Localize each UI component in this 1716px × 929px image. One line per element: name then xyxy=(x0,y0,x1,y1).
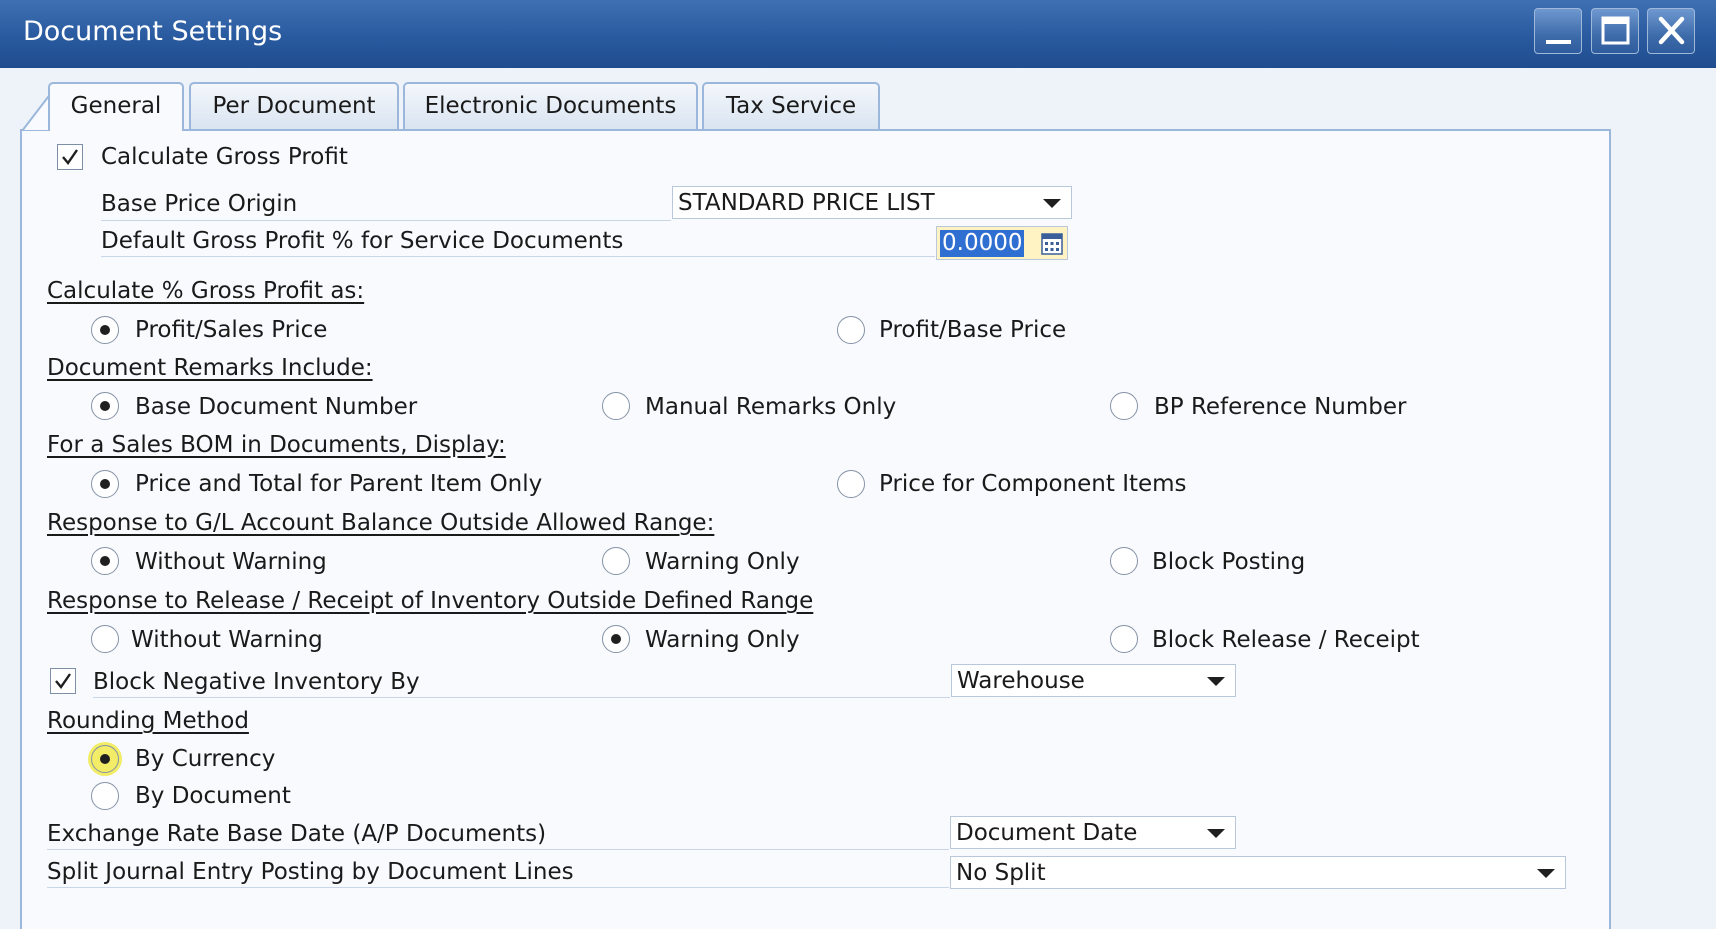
price-total-parent-label: Price and Total for Parent Item Only xyxy=(135,471,543,497)
base-price-origin-dropdown[interactable]: STANDARD PRICE LIST xyxy=(672,186,1072,219)
window-title: Document Settings xyxy=(23,16,283,47)
chevron-down-icon xyxy=(1537,869,1555,878)
base-price-origin-label: Base Price Origin xyxy=(101,191,298,217)
checkmark-icon xyxy=(62,149,78,165)
split-journal-value: No Split xyxy=(956,860,1046,886)
base-document-number-label: Base Document Number xyxy=(135,394,418,420)
bp-reference-number-label: BP Reference Number xyxy=(1154,394,1407,420)
close-button[interactable] xyxy=(1647,8,1695,54)
block-negative-inventory-checkbox[interactable] xyxy=(50,668,76,694)
divider xyxy=(101,220,671,221)
divider xyxy=(93,697,950,698)
tab-tax-service-label: Tax Service xyxy=(725,93,857,119)
manual-remarks-only-radio[interactable] xyxy=(602,392,630,420)
gl-balance-heading: Response to G/L Account Balance Outside … xyxy=(47,510,715,536)
gl-warning-only-label: Warning Only xyxy=(645,549,800,575)
split-journal-label: Split Journal Entry Posting by Document … xyxy=(47,859,574,885)
by-currency-label: By Currency xyxy=(135,746,276,772)
profit-base-price-radio[interactable] xyxy=(837,316,865,344)
block-negative-inventory-dropdown[interactable]: Warehouse xyxy=(951,664,1236,697)
by-document-label: By Document xyxy=(135,783,291,809)
title-bar[interactable]: Document Settings xyxy=(0,0,1716,68)
calculate-gross-profit-checkbox[interactable] xyxy=(57,144,83,170)
exchange-rate-date-dropdown[interactable]: Document Date xyxy=(950,816,1236,849)
tab-electronic-documents-label: Electronic Documents xyxy=(424,93,677,119)
inv-block-release-label: Block Release / Receipt xyxy=(1152,627,1420,653)
default-gross-profit-value: 0.0000 xyxy=(940,230,1025,257)
base-price-origin-value: STANDARD PRICE LIST xyxy=(678,190,935,216)
tab-per-document[interactable]: Per Document xyxy=(189,82,399,129)
tab-tax-service[interactable]: Tax Service xyxy=(702,82,880,129)
profit-sales-price-radio[interactable] xyxy=(91,316,119,344)
inv-without-warning-label: Without Warning xyxy=(131,627,323,653)
document-remarks-heading: Document Remarks Include: xyxy=(47,355,373,381)
profit-sales-price-label: Profit/Sales Price xyxy=(135,317,328,343)
maximize-icon xyxy=(1601,16,1630,45)
radio-dot xyxy=(100,479,110,489)
gl-warning-only-radio[interactable] xyxy=(602,547,630,575)
price-component-items-label: Price for Component Items xyxy=(879,471,1187,497)
default-gross-profit-label: Default Gross Profit % for Service Docum… xyxy=(101,228,624,254)
tab-general[interactable]: General xyxy=(48,82,184,131)
by-document-radio[interactable] xyxy=(91,782,119,810)
gl-block-posting-label: Block Posting xyxy=(1152,549,1306,575)
split-journal-dropdown[interactable]: No Split xyxy=(950,856,1566,889)
calculator-icon[interactable] xyxy=(1041,233,1063,255)
inv-warning-only-label: Warning Only xyxy=(645,627,800,653)
inventory-release-heading: Response to Release / Receipt of Invento… xyxy=(47,588,814,614)
radio-dot xyxy=(100,556,110,566)
block-negative-inventory-value: Warehouse xyxy=(957,668,1085,694)
price-total-parent-radio[interactable] xyxy=(91,470,119,498)
calculate-gross-profit-label: Calculate Gross Profit xyxy=(101,144,348,170)
divider xyxy=(101,256,935,257)
sales-bom-heading: For a Sales BOM in Documents, Display: xyxy=(47,432,506,458)
gl-without-warning-radio[interactable] xyxy=(91,547,119,575)
gl-block-posting-radio[interactable] xyxy=(1110,547,1138,575)
divider xyxy=(47,849,949,850)
block-negative-inventory-label: Block Negative Inventory By xyxy=(93,669,420,695)
rounding-method-heading: Rounding Method xyxy=(47,708,249,734)
default-gross-profit-input[interactable]: 0.0000 xyxy=(936,226,1068,260)
chevron-down-icon xyxy=(1207,677,1225,686)
profit-base-price-label: Profit/Base Price xyxy=(879,317,1067,343)
exchange-rate-date-label: Exchange Rate Base Date (A/P Documents) xyxy=(47,821,547,847)
radio-dot xyxy=(611,634,621,644)
base-document-number-radio[interactable] xyxy=(91,392,119,420)
inv-warning-only-radio[interactable] xyxy=(602,625,630,653)
by-currency-radio[interactable] xyxy=(91,745,119,773)
bp-reference-number-radio[interactable] xyxy=(1110,392,1138,420)
inv-without-warning-radio[interactable] xyxy=(91,625,119,653)
minimize-icon xyxy=(1546,40,1571,44)
radio-dot xyxy=(100,754,110,764)
minimize-button[interactable] xyxy=(1534,8,1582,54)
chevron-down-icon xyxy=(1207,829,1225,838)
close-icon xyxy=(1658,16,1685,45)
radio-dot xyxy=(100,325,110,335)
inv-block-release-radio[interactable] xyxy=(1110,625,1138,653)
radio-dot xyxy=(100,401,110,411)
exchange-rate-date-value: Document Date xyxy=(956,820,1138,846)
gross-profit-as-heading: Calculate % Gross Profit as: xyxy=(47,278,365,304)
manual-remarks-only-label: Manual Remarks Only xyxy=(645,394,897,420)
tab-electronic-documents[interactable]: Electronic Documents xyxy=(403,82,698,129)
chevron-down-icon xyxy=(1043,199,1061,208)
divider xyxy=(47,887,949,888)
tab-per-document-label: Per Document xyxy=(212,93,376,119)
price-component-items-radio[interactable] xyxy=(837,470,865,498)
gl-without-warning-label: Without Warning xyxy=(135,549,327,575)
tab-general-label: General xyxy=(70,93,162,119)
maximize-button[interactable] xyxy=(1591,8,1639,54)
checkmark-icon xyxy=(55,673,71,689)
